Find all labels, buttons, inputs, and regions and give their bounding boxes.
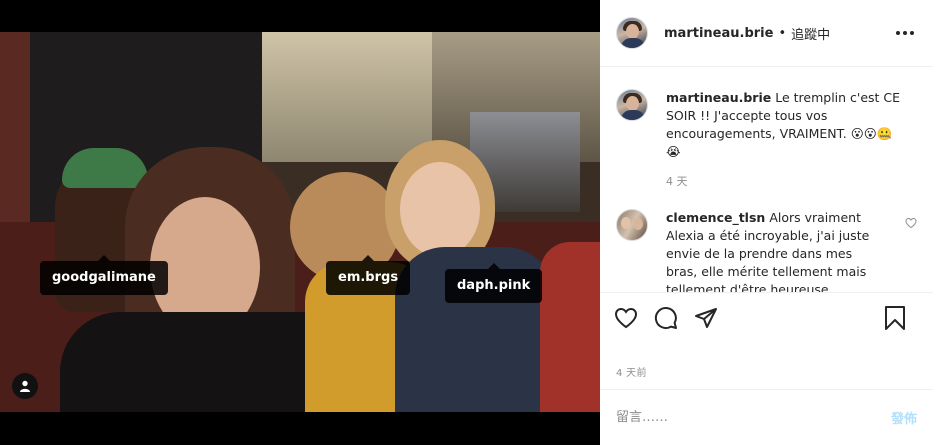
comment-username[interactable]: clemence_tlsn — [666, 210, 765, 225]
comment-icon — [654, 306, 677, 329]
comments-list[interactable]: martineau.brie Le tremplin c'est CE SOIR … — [600, 67, 933, 292]
list-item: clemence_tlsn Alors vraiment Alexia a été… — [616, 209, 917, 292]
more-options-icon — [896, 31, 900, 35]
caption-username[interactable]: martineau.brie — [666, 90, 771, 105]
share-button[interactable] — [692, 304, 720, 332]
caption-timestamp[interactable]: 4 天 — [666, 173, 906, 189]
avatar[interactable] — [616, 209, 648, 241]
tagged-users-button[interactable] — [12, 373, 38, 399]
comment-button[interactable] — [652, 304, 680, 332]
photo-tag-goodgalimane[interactable]: goodgalimane — [40, 255, 168, 295]
paper-plane-icon — [695, 307, 717, 328]
follow-status-button[interactable]: 追蹤中 — [791, 24, 830, 43]
avatar[interactable] — [616, 89, 648, 121]
caption-text-block: martineau.brie Le tremplin c'est CE SOIR … — [666, 89, 906, 161]
post-header: martineau.brie • 追蹤中 — [600, 0, 933, 67]
user-icon — [20, 380, 30, 392]
comment-input[interactable] — [616, 410, 891, 425]
caption: martineau.brie Le tremplin c'est CE SOIR … — [616, 89, 917, 189]
post-actions — [600, 292, 933, 342]
post-photo[interactable]: goodgalimane em.brgs daph.pink — [0, 0, 600, 445]
separator-dot: • — [778, 25, 787, 41]
photo-tag-daph-pink[interactable]: daph.pink — [445, 263, 543, 303]
add-comment-bar: 發佈 — [600, 389, 933, 445]
post-comment-button[interactable]: 發佈 — [891, 408, 917, 427]
post-details-panel: martineau.brie • 追蹤中 martineau.brie Le tr… — [600, 0, 933, 445]
comment-text-block: clemence_tlsn Alors vraiment Alexia a été… — [666, 209, 876, 292]
bookmark-icon — [885, 306, 905, 330]
header-username[interactable]: martineau.brie — [664, 26, 773, 41]
like-button[interactable] — [612, 304, 640, 332]
heart-icon — [614, 307, 638, 328]
save-button[interactable] — [881, 304, 909, 332]
heart-icon[interactable] — [905, 217, 917, 229]
photo-tag-em-brgs[interactable]: em.brgs — [326, 255, 411, 295]
photo-image — [0, 32, 600, 412]
avatar[interactable] — [616, 17, 648, 49]
more-options-button[interactable] — [893, 21, 917, 45]
